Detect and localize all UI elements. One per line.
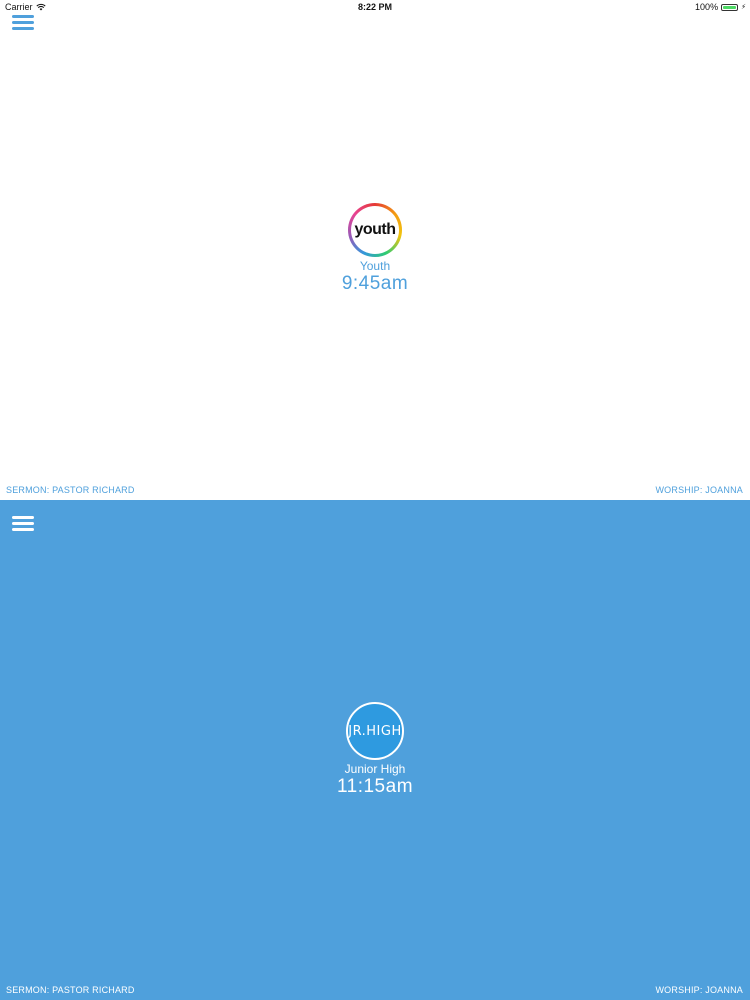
charging-icon: ⚡ [741,4,746,11]
service-time: 9:45am [341,273,409,294]
clock: 8:22 PM [357,2,392,12]
service-info: youth Youth 9:45am [0,203,750,295]
status-bar: Carrier 8:22 PM 100% ⚡ [0,0,750,14]
battery-percent: 100% [695,2,719,12]
service-name: Junior High [344,762,406,776]
logo-text: JR.HIGH [348,723,402,739]
youth-logo[interactable]: youth [348,203,402,257]
menu-button[interactable] [12,15,34,31]
worship-credit: WORSHIP: JOANNA [655,985,743,995]
service-time: 11:15am [336,776,414,797]
battery-indicator: 100% ⚡ [695,2,746,12]
service-panel-junior-high[interactable]: JR.HIGH Junior High 11:15am SERMON: PAST… [0,500,750,1000]
logo-text: youth [354,221,396,238]
jr-high-logo[interactable]: JR.HIGH [346,702,404,760]
hamburger-icon [12,516,34,519]
service-panel-youth[interactable]: Carrier 8:22 PM 100% ⚡ youth Youth 9:45a… [0,0,750,500]
hamburger-icon [12,15,34,18]
menu-button[interactable] [12,516,34,532]
sermon-credit: SERMON: PASTOR RICHARD [6,985,135,995]
service-info: JR.HIGH Junior High 11:15am [0,702,750,798]
battery-icon [721,3,739,11]
screen: Carrier 8:22 PM 100% ⚡ youth Youth 9:45a… [0,0,750,1000]
worship-credit: WORSHIP: JOANNA [655,485,743,495]
sermon-credit: SERMON: PASTOR RICHARD [6,485,135,495]
service-name: Youth [359,259,391,273]
